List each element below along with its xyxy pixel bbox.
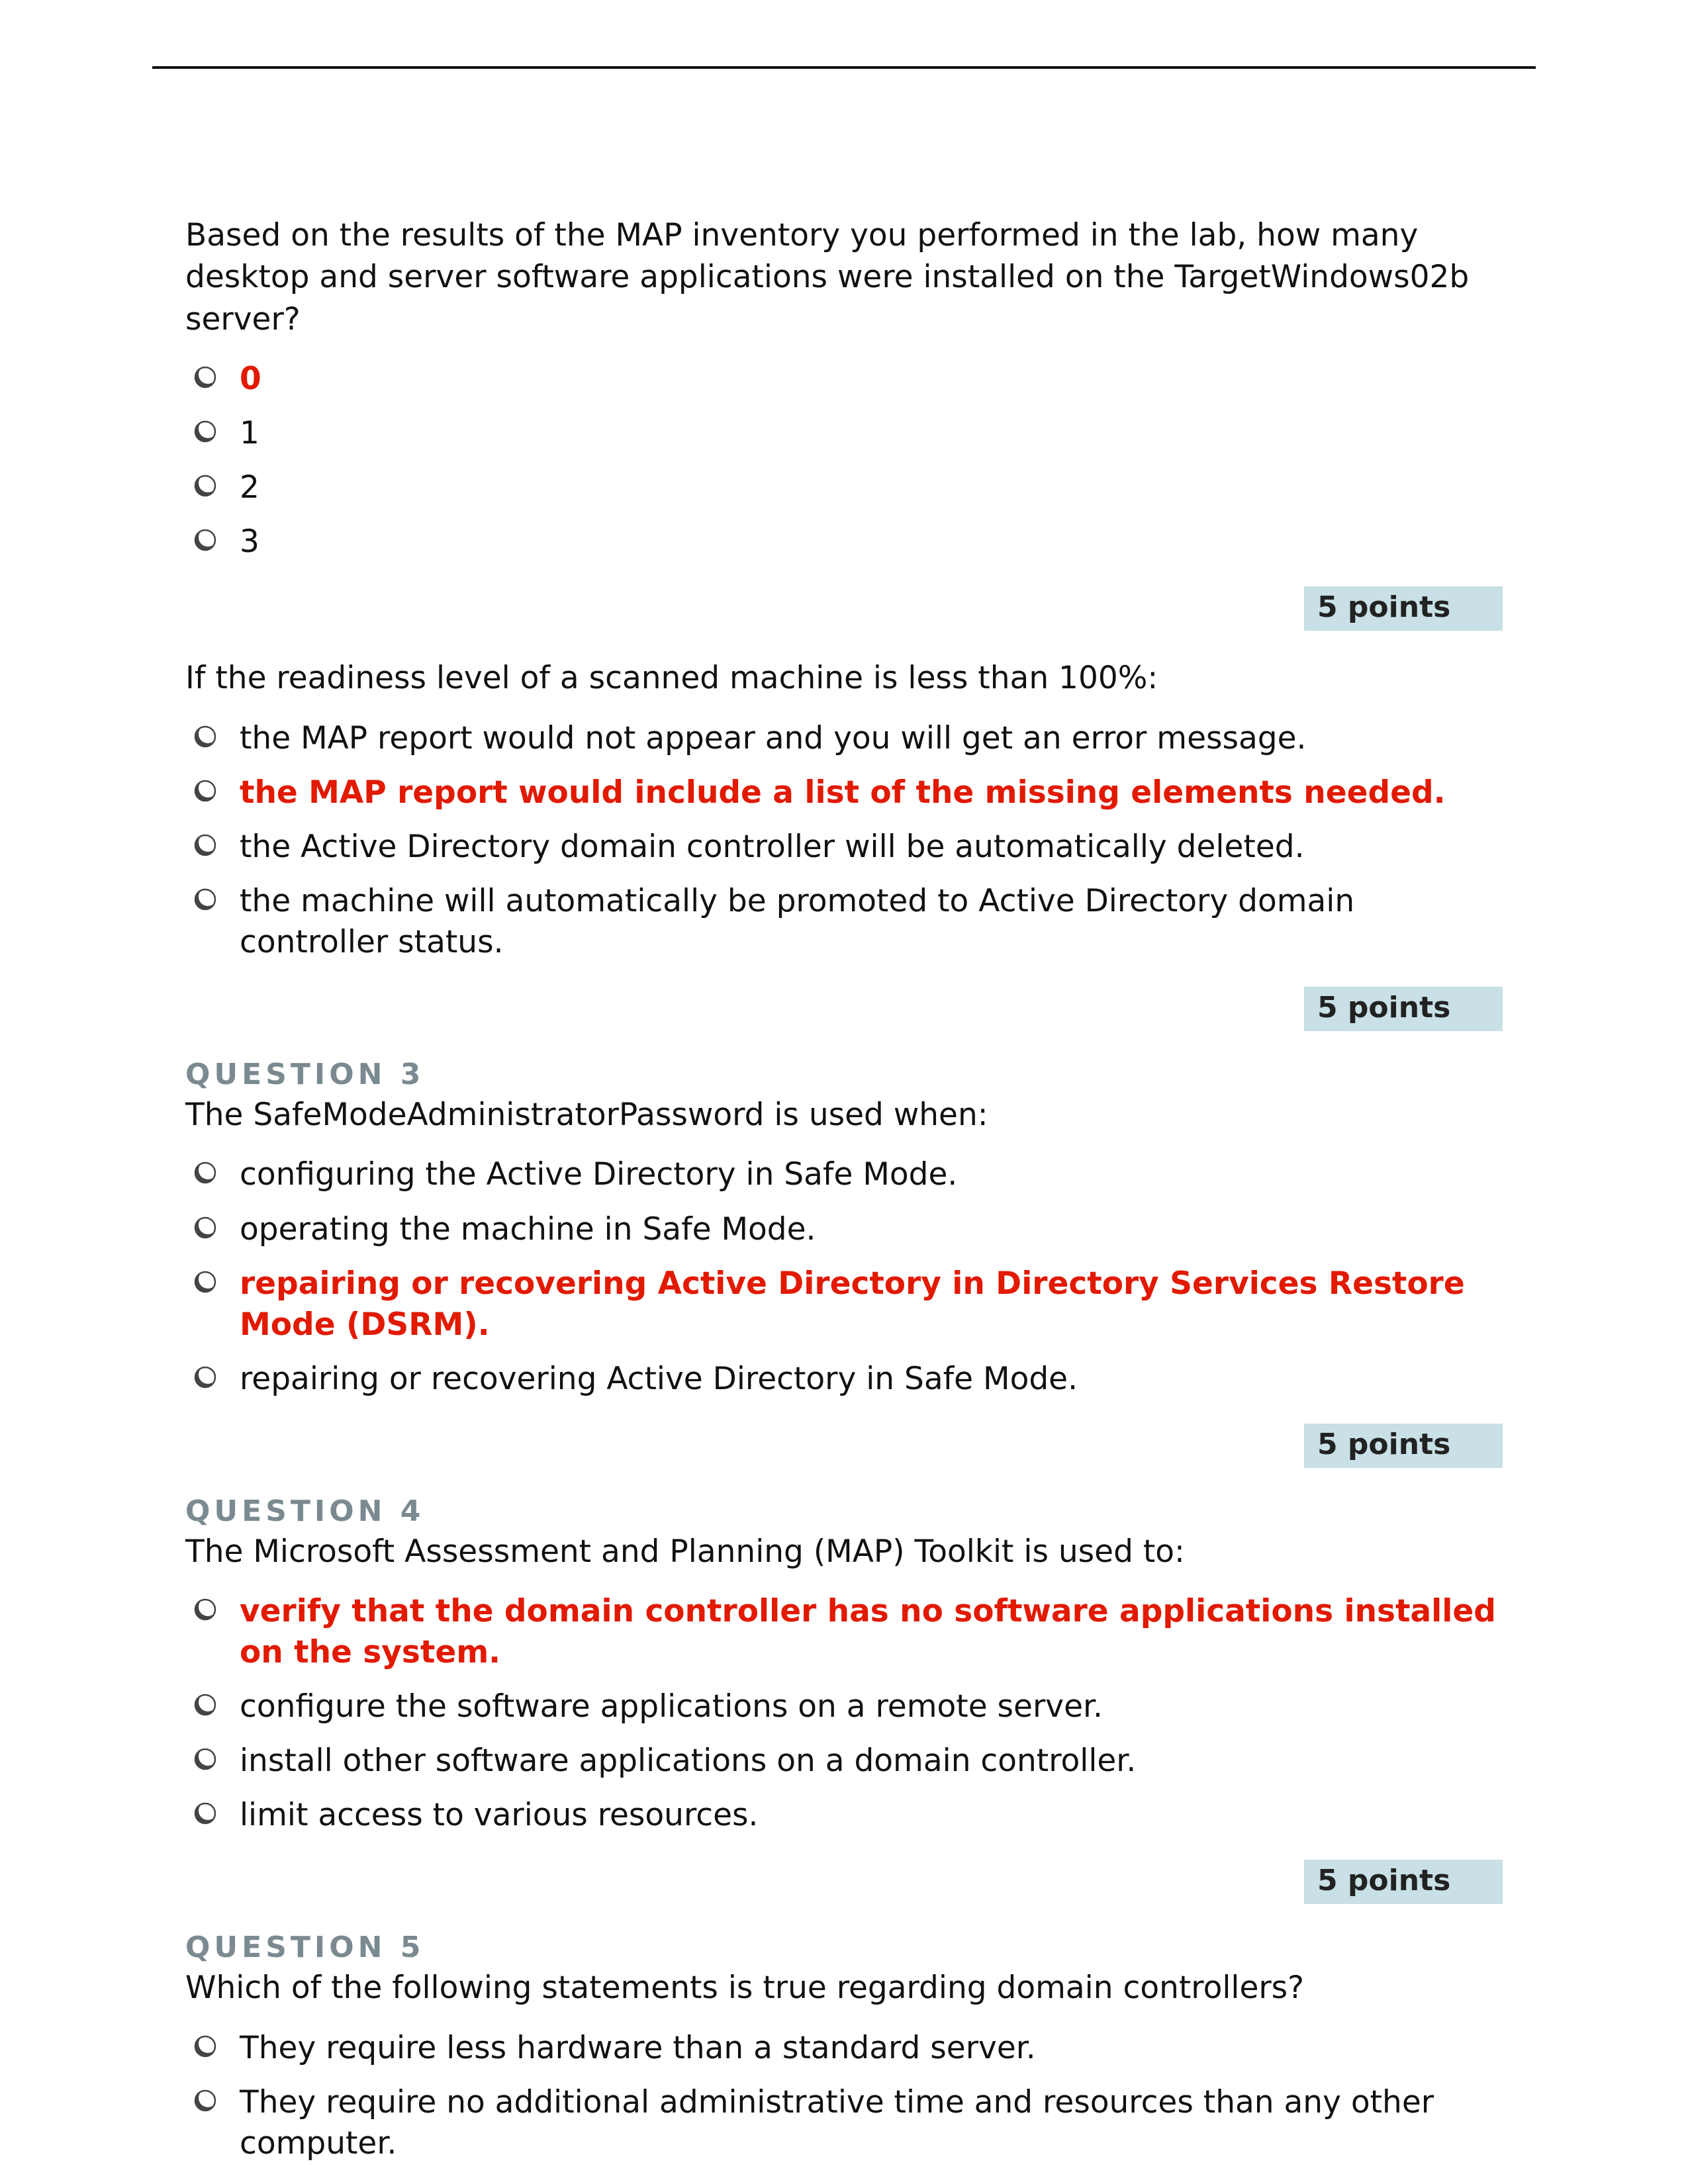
option-text: the machine will automatically be promot… [240,881,1503,963]
radio-icon[interactable] [192,1746,218,1772]
radio-icon[interactable] [192,2033,218,2060]
options: the MAP report would not appear and you … [185,711,1503,970]
radio-icon[interactable] [192,1364,218,1390]
points-row: 5 points [185,586,1503,631]
question-label: QUESTION 5 [185,1931,1503,1964]
option-text: configuring the Active Directory in Safe… [240,1154,1503,1195]
radio-icon[interactable] [192,886,218,913]
radio-icon[interactable] [192,364,218,390]
question-block: QUESTION 5Which of the following stateme… [185,1931,1503,2171]
option-text: configure the software applications on a… [240,1686,1503,1727]
radio-icon[interactable] [192,527,218,553]
option-row: the MAP report would not appear and you … [185,711,1503,766]
radio-icon[interactable] [192,1269,218,1295]
radio-icon[interactable] [192,778,218,804]
option-text: limit access to various resources. [240,1795,1503,1836]
option-row: 3 [185,515,1503,569]
radio-icon[interactable] [192,723,218,750]
radio-icon[interactable] [192,418,218,445]
option-row: verify that the domain controller has no… [185,1584,1503,1680]
option-text: 1 [240,413,1503,454]
options: verify that the domain controller has no… [185,1584,1503,1843]
option-row: limit access to various resources. [185,1788,1503,1843]
option-row: 2 [185,461,1503,515]
option-row: repairing or recovering Active Directory… [185,1352,1503,1406]
option-text-answer: 0 [240,359,1503,400]
points-badge: 5 points [1304,586,1503,631]
option-row: They require no additional administrativ… [185,2075,1503,2171]
points-row: 5 points [185,1424,1503,1468]
question-text: The SafeModeAdministratorPassword is use… [185,1094,1503,1136]
option-row: configuring the Active Directory in Safe… [185,1148,1503,1202]
option-row: the machine will automatically be promot… [185,874,1503,970]
content: Based on the results of the MAP inventor… [152,214,1536,2171]
radio-icon[interactable] [192,1692,218,1718]
top-rule [152,66,1536,69]
option-text: repairing or recovering Active Directory… [240,1359,1503,1400]
question-block: If the readiness level of a scanned mach… [185,657,1503,1031]
question-text: The Microsoft Assessment and Planning (M… [185,1531,1503,1572]
question-text: If the readiness level of a scanned mach… [185,657,1503,699]
option-text-answer: repairing or recovering Active Directory… [240,1263,1503,1345]
option-text: the MAP report would not appear and you … [240,718,1503,759]
option-row: 1 [185,406,1503,461]
points-badge: 5 points [1304,1424,1503,1468]
option-row: install other software applications on a… [185,1734,1503,1788]
question-block: Based on the results of the MAP inventor… [185,214,1503,631]
question-block: QUESTION 4The Microsoft Assessment and P… [185,1494,1503,1905]
option-text: install other software applications on a… [240,1741,1503,1782]
question-text: Which of the following statements is tru… [185,1967,1503,2009]
option-row: repairing or recovering Active Directory… [185,1257,1503,1352]
option-text: 2 [240,467,1503,508]
options: 0 1 2 3 [185,352,1503,569]
radio-icon[interactable] [192,832,218,858]
option-row: configure the software applications on a… [185,1680,1503,1734]
radio-icon[interactable] [192,1596,218,1623]
option-text: They require no additional administrativ… [240,2082,1503,2164]
radio-icon[interactable] [192,1800,218,1827]
option-text: 3 [240,522,1503,563]
question-text: Based on the results of the MAP inventor… [185,214,1503,340]
options: They require less hardware than a standa… [185,2021,1503,2171]
option-text-answer: the MAP report would include a list of t… [240,772,1503,813]
page: Based on the results of the MAP inventor… [0,0,1688,2184]
points-row: 5 points [185,987,1503,1031]
option-text: They require less hardware than a standa… [240,2028,1503,2069]
radio-icon[interactable] [192,1160,218,1186]
option-row: the Active Directory domain controller w… [185,820,1503,874]
radio-icon[interactable] [192,473,218,499]
radio-icon[interactable] [192,2087,218,2114]
option-row: the MAP report would include a list of t… [185,766,1503,820]
points-row: 5 points [185,1860,1503,1904]
question-label: QUESTION 4 [185,1494,1503,1528]
questions-container: Based on the results of the MAP inventor… [185,214,1503,2171]
option-text: the Active Directory domain controller w… [240,827,1503,868]
option-text: operating the machine in Safe Mode. [240,1209,1503,1250]
options: configuring the Active Directory in Safe… [185,1148,1503,1406]
radio-icon[interactable] [192,1214,218,1241]
option-row: 0 [185,352,1503,406]
points-badge: 5 points [1304,1860,1503,1904]
question-label: QUESTION 3 [185,1058,1503,1091]
option-row: operating the machine in Safe Mode. [185,1203,1503,1257]
points-badge: 5 points [1304,987,1503,1031]
question-block: QUESTION 3The SafeModeAdministratorPassw… [185,1058,1503,1468]
option-row: They require less hardware than a standa… [185,2021,1503,2075]
option-text-answer: verify that the domain controller has no… [240,1591,1503,1673]
